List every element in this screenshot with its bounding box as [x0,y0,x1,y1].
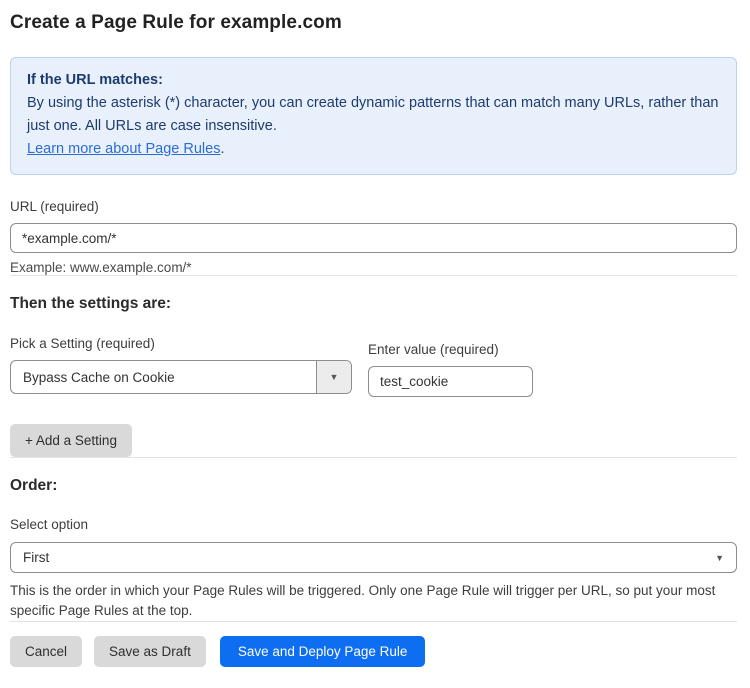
enter-value-column: Enter value (required) [368,342,533,397]
url-helper-text: Example: www.example.com/* [10,260,737,275]
learn-more-link[interactable]: Learn more about Page Rules [27,141,220,157]
settings-section-heading: Then the settings are: [10,295,737,313]
chevron-down-icon: ▼ [715,553,724,563]
info-box-body: By using the asterisk (*) character, you… [27,92,720,138]
divider [10,275,737,276]
pick-setting-label: Pick a Setting (required) [10,336,352,351]
pick-setting-column: Pick a Setting (required) Bypass Cache o… [10,336,352,394]
footer-button-row: Cancel Save as Draft Save and Deploy Pag… [10,636,737,667]
link-suffix: . [220,141,224,157]
order-select-label: Select option [10,517,737,532]
settings-row: Pick a Setting (required) Bypass Cache o… [10,336,737,397]
url-match-info-box: If the URL matches: By using the asteris… [10,57,737,175]
save-and-deploy-button[interactable]: Save and Deploy Page Rule [220,636,426,667]
divider [10,457,737,458]
order-helper-text: This is the order in which your Page Rul… [10,581,734,621]
order-section-heading: Order: [10,477,737,495]
enter-value-label: Enter value (required) [368,342,533,357]
order-select-value: First [23,550,49,565]
url-field-label: URL (required) [10,199,737,214]
cancel-button[interactable]: Cancel [10,636,82,667]
setting-select[interactable]: Bypass Cache on Cookie ▼ [10,360,352,394]
setting-value-input[interactable] [368,366,533,397]
order-select[interactable]: First ▼ [10,542,737,573]
info-box-heading: If the URL matches: [27,69,720,92]
page-title: Create a Page Rule for example.com [10,12,737,34]
save-as-draft-button[interactable]: Save as Draft [94,636,206,667]
setting-select-value: Bypass Cache on Cookie [11,361,316,393]
divider [10,621,737,622]
create-page-rule-form: Create a Page Rule for example.com If th… [0,0,750,667]
add-setting-button[interactable]: + Add a Setting [10,424,132,457]
info-link-line: Learn more about Page Rules. [27,138,720,161]
chevron-down-icon[interactable]: ▼ [316,361,351,393]
url-input[interactable] [10,223,737,253]
